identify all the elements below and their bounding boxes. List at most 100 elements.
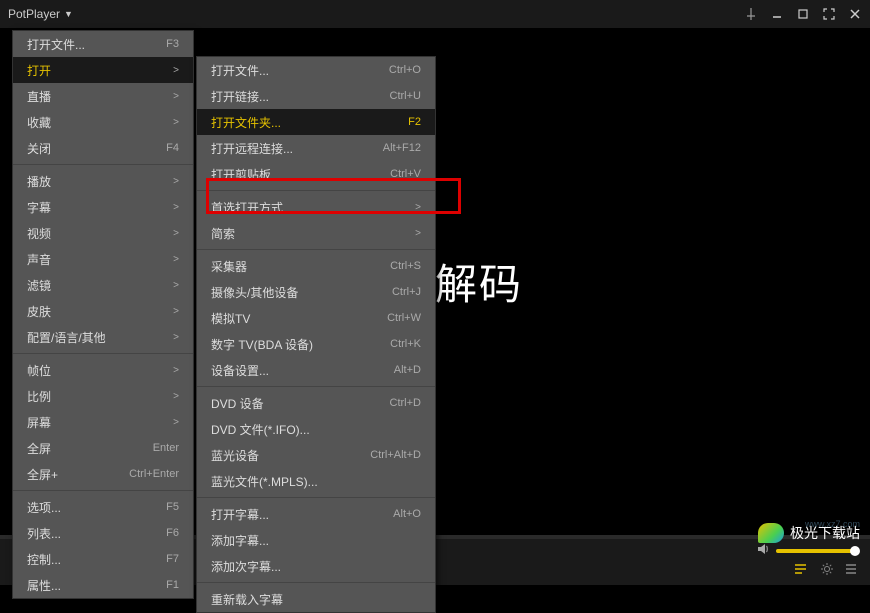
open-submenu-item[interactable]: 数字 TV(BDA 设备)Ctrl+K [197,331,435,357]
menu-item-shortcut: Ctrl+S [390,260,421,272]
fullscreen-icon[interactable] [822,7,836,21]
chevron-right-icon: > [173,202,179,213]
menu-item-label: 声音 [27,251,51,268]
chevron-right-icon: > [173,417,179,428]
menu-item-label: 采集器 [211,258,247,275]
menu-item-shortcut: Ctrl+Enter [129,468,179,480]
main-menu-item[interactable]: 比例> [13,383,193,409]
open-submenu-item[interactable]: 添加字幕... [197,527,435,553]
menu-item-label: 列表... [27,525,61,542]
main-menu-item[interactable]: 直播> [13,83,193,109]
menu-item-shortcut: Ctrl+O [389,64,421,76]
open-submenu-item[interactable]: 摄像头/其他设备 Ctrl+J [197,279,435,305]
main-menu-item[interactable]: 控制... F7 [13,546,193,572]
open-submenu-item[interactable]: 采集器 Ctrl+S [197,253,435,279]
chevron-right-icon: > [415,228,421,239]
menu-item-label: 比例 [27,388,51,405]
open-submenu-item[interactable]: 打开链接...Ctrl+U [197,83,435,109]
minimize-icon[interactable] [770,7,784,21]
menu-item-label: 关闭 [27,140,51,157]
main-menu-item[interactable]: 打开文件...F3 [13,31,193,57]
open-submenu-item[interactable]: 蓝光设备Ctrl+Alt+D [197,442,435,468]
menu-item-label: 配置/语言/其他 [27,329,106,346]
main-menu-item[interactable]: 关闭F4 [13,135,193,161]
maximize-icon[interactable] [796,7,810,21]
menu-item-label: DVD 文件(*.IFO)... [211,421,310,438]
menu-item-label: 打开文件夹... [211,114,281,131]
main-menu-separator [13,490,193,491]
main-menu-item[interactable]: 视频> [13,220,193,246]
menu-item-label: 字幕 [27,199,51,216]
menu-item-shortcut: F7 [166,553,179,565]
main-menu-item[interactable]: 皮肤> [13,298,193,324]
chevron-right-icon: > [173,280,179,291]
chevron-right-icon: > [173,176,179,187]
menu-item-shortcut: F1 [166,579,179,591]
open-submenu-item[interactable]: 设备设置...Alt+D [197,357,435,383]
menu-item-label: 皮肤 [27,303,51,320]
main-menu-item[interactable]: 声音> [13,246,193,272]
main-menu-item[interactable]: 滤镜> [13,272,193,298]
menu-icon[interactable] [844,562,858,579]
open-submenu-item[interactable]: 打开远程连接...Alt+F12 [197,135,435,161]
menu-item-label: 蓝光文件(*.MPLS)... [211,473,318,490]
menu-item-label: 打开远程连接... [211,140,293,157]
open-submenu-item[interactable]: 打开文件夹...F2 [197,109,435,135]
main-menu-item[interactable]: 全屏+ Ctrl+Enter [13,461,193,487]
menu-item-label: 摄像头/其他设备 [211,284,298,301]
context-menu-open: 打开文件...Ctrl+O打开链接...Ctrl+U打开文件夹...F2打开远程… [196,56,436,613]
open-submenu-item[interactable]: 添加次字幕... [197,553,435,579]
menu-item-label: 简索 [211,225,235,242]
open-submenu-item[interactable]: 打开剪贴板Ctrl+V [197,161,435,187]
menu-item-label: 控制... [27,551,61,568]
menu-item-shortcut: Ctrl+U [390,90,421,102]
volume-handle[interactable] [850,546,860,556]
chevron-right-icon: > [173,117,179,128]
volume-icon[interactable] [756,542,770,559]
open-submenu-item[interactable]: DVD 文件(*.IFO)... [197,416,435,442]
main-menu-item[interactable]: 收藏 > [13,109,193,135]
chevron-right-icon: > [173,332,179,343]
main-menu-item[interactable]: 打开> [13,57,193,83]
menu-item-label: 添加次字幕... [211,558,281,575]
menu-item-label: 重新载入字幕 [211,591,283,608]
open-submenu-item[interactable]: 模拟TVCtrl+W [197,305,435,331]
main-menu-item[interactable]: 全屏Enter [13,435,193,461]
open-submenu-item[interactable]: 蓝光文件(*.MPLS)... [197,468,435,494]
menu-item-label: 收藏 [27,114,51,131]
main-menu-item[interactable]: 字幕 > [13,194,193,220]
settings-icon[interactable] [820,562,834,579]
menu-item-shortcut: Ctrl+V [390,168,421,180]
main-menu-item[interactable]: 列表...F6 [13,520,193,546]
open-submenu-item[interactable]: 打开文件...Ctrl+O [197,57,435,83]
menu-item-shortcut: F5 [166,501,179,513]
menu-item-shortcut: Alt+O [393,508,421,520]
menu-item-shortcut: Enter [153,442,179,454]
menu-item-label: 打开文件... [27,36,85,53]
main-menu-item[interactable]: 播放> [13,168,193,194]
volume-slider[interactable] [776,549,856,553]
pin-icon[interactable] [744,7,758,21]
open-submenu-item[interactable]: 简索 > [197,220,435,246]
main-menu-item[interactable]: 帧位> [13,357,193,383]
dropdown-icon[interactable]: ▼ [64,9,73,19]
open-submenu-separator [197,249,435,250]
watermark-logo-icon [758,523,784,543]
app-title[interactable]: PotPlayer [8,7,60,21]
menu-item-shortcut: Ctrl+D [390,397,421,409]
main-menu-item[interactable]: 屏幕> [13,409,193,435]
context-menu-main: 打开文件...F3打开>直播>收藏>关闭F4播放>字幕>视频>声音>滤镜>皮肤>… [12,30,194,599]
chevron-right-icon: > [173,91,179,102]
open-submenu-item[interactable]: 首选打开方式> [197,194,435,220]
playlist-icon[interactable] [794,562,810,579]
menu-item-shortcut: Ctrl+J [392,286,421,298]
open-submenu-item[interactable]: DVD 设备Ctrl+D [197,390,435,416]
menu-item-label: 全屏+ [27,466,58,483]
open-submenu-separator [197,386,435,387]
main-menu-item[interactable]: 属性...F1 [13,572,193,598]
main-menu-item[interactable]: 配置/语言/其他 > [13,324,193,350]
open-submenu-item[interactable]: 打开字幕...Alt+O [197,501,435,527]
open-submenu-item[interactable]: 重新载入字幕 [197,586,435,612]
main-menu-item[interactable]: 选项...F5 [13,494,193,520]
close-icon[interactable] [848,7,862,21]
